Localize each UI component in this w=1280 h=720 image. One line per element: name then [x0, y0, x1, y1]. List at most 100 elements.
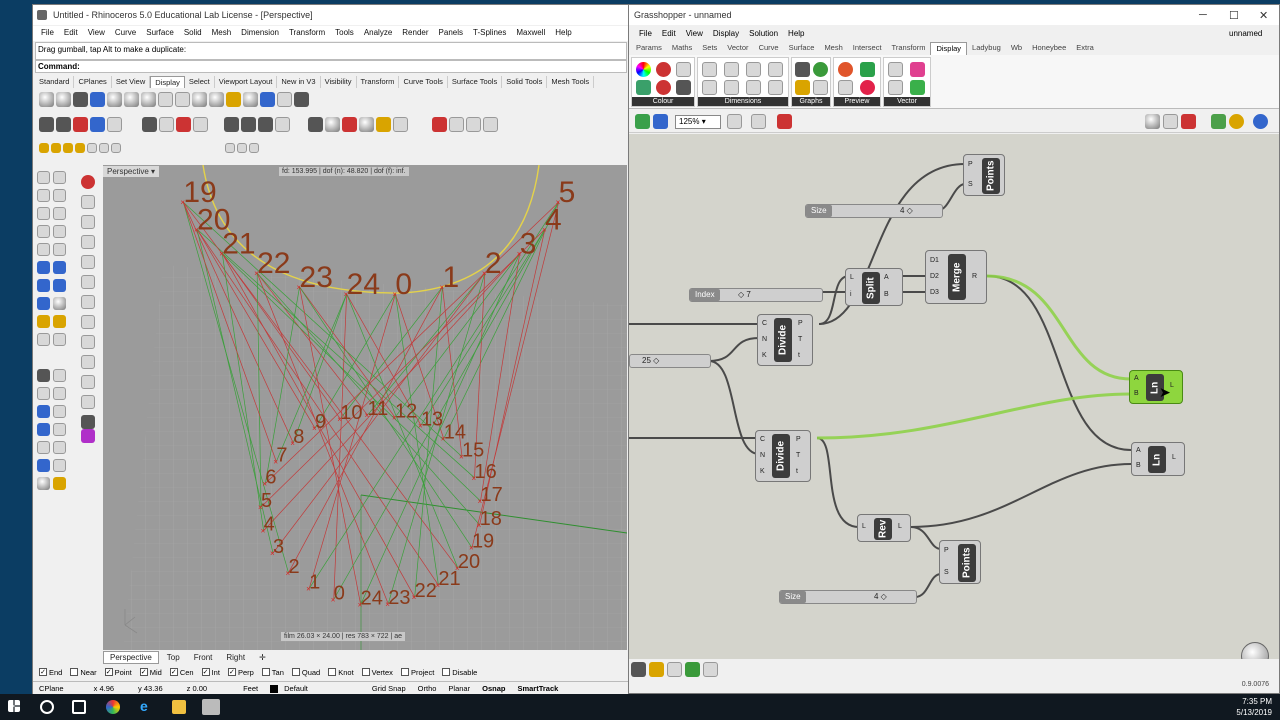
colour-xyz-icon[interactable]	[676, 80, 691, 95]
sphere-solid-icon[interactable]	[53, 279, 66, 292]
lights-icon[interactable]	[192, 91, 207, 107]
flower-icon[interactable]	[81, 429, 95, 443]
dim-radial-icon[interactable]	[768, 80, 783, 95]
vector-display-ex-icon[interactable]	[910, 80, 925, 95]
gh-tab-sets[interactable]: Sets	[697, 42, 722, 55]
gh-tab-extra[interactable]: Extra	[1071, 42, 1099, 55]
gh-tab-vector[interactable]: Vector	[722, 42, 753, 55]
input-k[interactable]: K	[762, 352, 767, 359]
gh-tab-mesh[interactable]: Mesh	[819, 42, 847, 55]
graph-mapper-icon[interactable]	[795, 62, 810, 77]
rhino-taskbar-icon[interactable]	[202, 699, 220, 715]
custom-preview-icon[interactable]	[838, 62, 853, 77]
tab-curve-tools[interactable]: Curve Tools	[399, 76, 448, 88]
colour-wheel-icon[interactable]	[636, 62, 651, 77]
output-t[interactable]: T	[798, 336, 802, 343]
input-i[interactable]: i	[850, 291, 852, 298]
vector-display-icon[interactable]	[910, 62, 925, 77]
add-viewport-icon[interactable]: ✛	[253, 652, 272, 663]
tab-visibility[interactable]: Visibility	[321, 76, 357, 88]
input-l[interactable]: L	[862, 523, 866, 530]
select-icon[interactable]	[37, 171, 50, 184]
box-tool2-icon[interactable]	[81, 315, 95, 329]
sphere-icon[interactable]	[209, 91, 224, 107]
input-s[interactable]: S	[968, 181, 973, 188]
osnap-checkbox[interactable]	[442, 668, 451, 676]
ellipse-icon[interactable]	[53, 207, 66, 220]
zoom-extents-gh-icon[interactable]	[727, 114, 742, 129]
arc-tool-icon[interactable]	[37, 387, 50, 400]
merge-component[interactable]: D1 D2 D3 Merge R	[925, 250, 987, 304]
shaded-preview-icon[interactable]	[1181, 114, 1196, 129]
reverse-component[interactable]: L Rev L	[857, 514, 911, 542]
input-b[interactable]: B	[1136, 462, 1141, 469]
camera4-icon[interactable]	[483, 116, 498, 132]
xray-icon[interactable]	[107, 91, 122, 107]
input-n[interactable]: N	[760, 452, 765, 459]
wireframe-preview-icon[interactable]	[1163, 114, 1178, 129]
menu-mesh[interactable]: Mesh	[208, 26, 238, 41]
sphere2-icon[interactable]	[325, 116, 340, 132]
gh-menu-display[interactable]: Display	[709, 27, 745, 42]
osnap-checkbox[interactable]	[291, 668, 300, 676]
status-grid-snap[interactable]: Grid Snap	[366, 684, 412, 693]
more-icon[interactable]	[107, 116, 122, 132]
polyline-icon[interactable]	[37, 189, 50, 202]
input-p[interactable]: P	[968, 161, 973, 168]
size-slider-top[interactable]: Size 4 ◇	[805, 204, 943, 218]
technical-icon[interactable]	[124, 91, 139, 107]
trim-icon[interactable]	[53, 315, 66, 328]
points-component-bottom[interactable]: P S Points	[939, 540, 981, 584]
output-a[interactable]: A	[884, 274, 889, 281]
output-l[interactable]: L	[898, 523, 902, 530]
perspective-viewport[interactable]: 19 × 20 × 21 × 22 × 23 × 24 × 0 × 1 × 2 × 3 × 4 × 5 × 8 × 9 × 10 × 11…	[103, 165, 627, 650]
profiler-icon[interactable]	[685, 662, 700, 677]
colour-lab-icon[interactable]	[656, 80, 671, 95]
pencil-icon[interactable]	[87, 143, 97, 153]
environment-icon[interactable]	[243, 91, 258, 107]
menu-panels[interactable]: Panels	[435, 26, 469, 41]
menu-solid[interactable]: Solid	[180, 26, 208, 41]
point-icon[interactable]	[53, 171, 66, 184]
tab-display[interactable]: Display	[150, 76, 185, 88]
zoom-select[interactable]: 125% ▾	[675, 115, 721, 129]
input-c[interactable]: C	[762, 320, 767, 327]
artistic-icon[interactable]	[141, 91, 156, 107]
material-icon[interactable]	[308, 116, 323, 132]
input-a[interactable]: A	[1136, 447, 1141, 454]
ghosted-icon[interactable]	[90, 91, 105, 107]
maximize-icon[interactable]: ☐	[1229, 9, 1239, 22]
osnap-knot[interactable]: Knot	[328, 668, 354, 677]
freeform-icon[interactable]	[53, 243, 66, 256]
canvas-menu-icon[interactable]	[631, 662, 646, 677]
gh-tab-surface[interactable]: Surface	[784, 42, 820, 55]
paint-icon[interactable]	[53, 477, 66, 490]
panel4-icon[interactable]	[275, 116, 290, 132]
lock-icon[interactable]	[37, 369, 50, 382]
box-tool-icon[interactable]	[81, 295, 95, 309]
tab-new-in-v3[interactable]: New in V3	[277, 76, 321, 88]
hand3-icon[interactable]	[249, 143, 259, 153]
camera2-icon[interactable]	[449, 116, 464, 132]
osnap-tan[interactable]: Tan	[261, 668, 284, 677]
remote-icon[interactable]	[649, 662, 664, 677]
divide-component-bottom[interactable]: C N K Divide P T t	[755, 430, 811, 482]
dot-display-icon[interactable]	[838, 80, 853, 95]
dim-line-icon[interactable]	[746, 62, 761, 77]
preview-eye-icon[interactable]	[751, 114, 766, 129]
pie-graph-icon[interactable]	[813, 62, 828, 77]
layer-color-swatch[interactable]	[270, 684, 279, 693]
normal-icon[interactable]	[81, 275, 95, 289]
box-solid-icon[interactable]	[37, 279, 50, 292]
render-region-icon[interactable]	[73, 116, 88, 132]
gh-tab-honeybee[interactable]: Honeybee	[1027, 42, 1071, 55]
panel2-icon[interactable]	[241, 116, 256, 132]
osnap-checkbox[interactable]: ✓	[104, 668, 113, 676]
dim-tag-icon[interactable]	[702, 62, 717, 77]
gh-tab-display[interactable]: Display	[930, 42, 968, 55]
dim-aligned-icon[interactable]	[746, 80, 761, 95]
pen-icon[interactable]	[158, 91, 173, 107]
create-material-icon[interactable]	[860, 80, 875, 95]
point-order-icon[interactable]	[888, 80, 903, 95]
index-slider[interactable]: Index ◇ 7	[689, 288, 823, 302]
